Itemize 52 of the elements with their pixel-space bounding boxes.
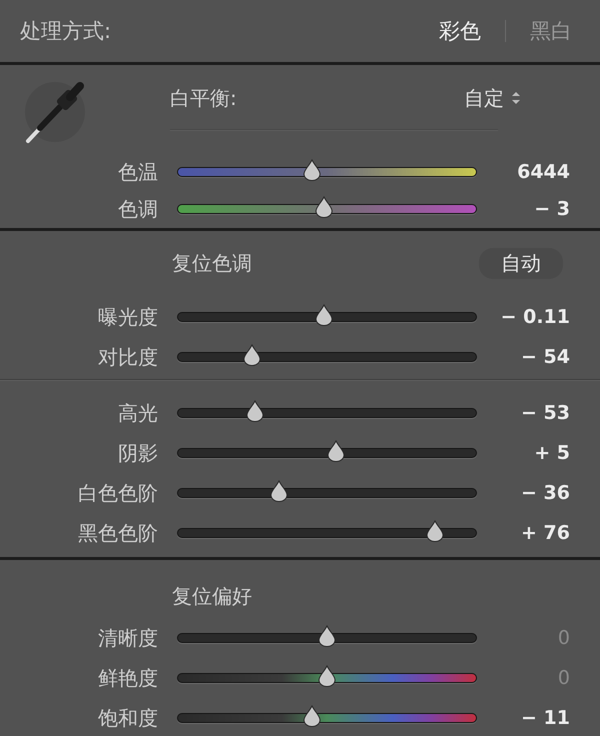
treatment-option[interactable]: 彩色	[435, 17, 485, 45]
slider-thumb[interactable]	[302, 159, 322, 182]
slider-track[interactable]	[177, 488, 477, 498]
reset-presence-label[interactable]: 复位偏好	[172, 582, 252, 610]
slider-thumb[interactable]	[317, 665, 337, 687]
slider-value: − 11	[520, 707, 570, 729]
balance-preset-dropdown[interactable]: 自定	[464, 84, 522, 112]
slider-label: 黑色色阶	[77, 520, 158, 546]
slider-label: 色温	[117, 158, 158, 186]
slider-value: + 76	[520, 522, 570, 544]
slider-thumb[interactable]	[269, 480, 289, 502]
slider-value: − 53	[520, 402, 570, 424]
slider-thumb[interactable]	[314, 304, 334, 326]
slider-track[interactable]	[177, 448, 477, 458]
slider-value: 0	[556, 627, 570, 649]
slider-label: 鲜艳度	[97, 664, 158, 692]
treatment-label: 处理方式:	[20, 18, 112, 45]
slider-thumb[interactable]	[314, 196, 334, 218]
slider-value: − 54	[520, 346, 570, 368]
updown-icon	[510, 90, 522, 106]
slider-thumb[interactable]	[425, 520, 445, 542]
slider-label: 对比度	[97, 344, 158, 370]
slider-label: 色调	[117, 196, 158, 223]
reset-tone-label[interactable]: 复位色调	[172, 250, 252, 276]
slider-track[interactable]	[177, 528, 477, 538]
slider-track[interactable]	[177, 713, 477, 723]
slider-label: 阴影	[117, 440, 158, 466]
slider-thumb[interactable]	[245, 400, 265, 422]
slider-label: 饱和度	[97, 704, 158, 732]
auto-button[interactable]: 自动	[479, 248, 563, 278]
slider-track[interactable]	[177, 673, 477, 683]
slider-value: + 5	[533, 442, 570, 464]
slider-label: 白色色阶	[77, 480, 158, 506]
slider-thumb[interactable]	[242, 344, 262, 366]
slider-label: 高光	[117, 400, 158, 426]
slider-track[interactable]	[177, 633, 477, 643]
slider-value: − 36	[520, 482, 570, 504]
slider-value: 0	[556, 667, 570, 689]
slider-value: − 3	[533, 198, 570, 220]
slider-track[interactable]	[177, 408, 477, 418]
slider-label: 清晰度	[97, 624, 158, 652]
slider-track[interactable]	[177, 312, 477, 322]
slider-value: 6444	[516, 161, 570, 184]
slider-value: − 0.11	[500, 306, 570, 328]
slider-label: 曝光度	[97, 304, 158, 330]
slider-track[interactable]	[177, 167, 477, 178]
slider-thumb[interactable]	[326, 440, 346, 462]
slider-track[interactable]	[177, 204, 477, 214]
slider-thumb[interactable]	[302, 705, 322, 727]
slider-track[interactable]	[177, 352, 477, 362]
balance-mode-label: 白平衡:	[170, 84, 237, 112]
slider-thumb[interactable]	[317, 625, 337, 647]
